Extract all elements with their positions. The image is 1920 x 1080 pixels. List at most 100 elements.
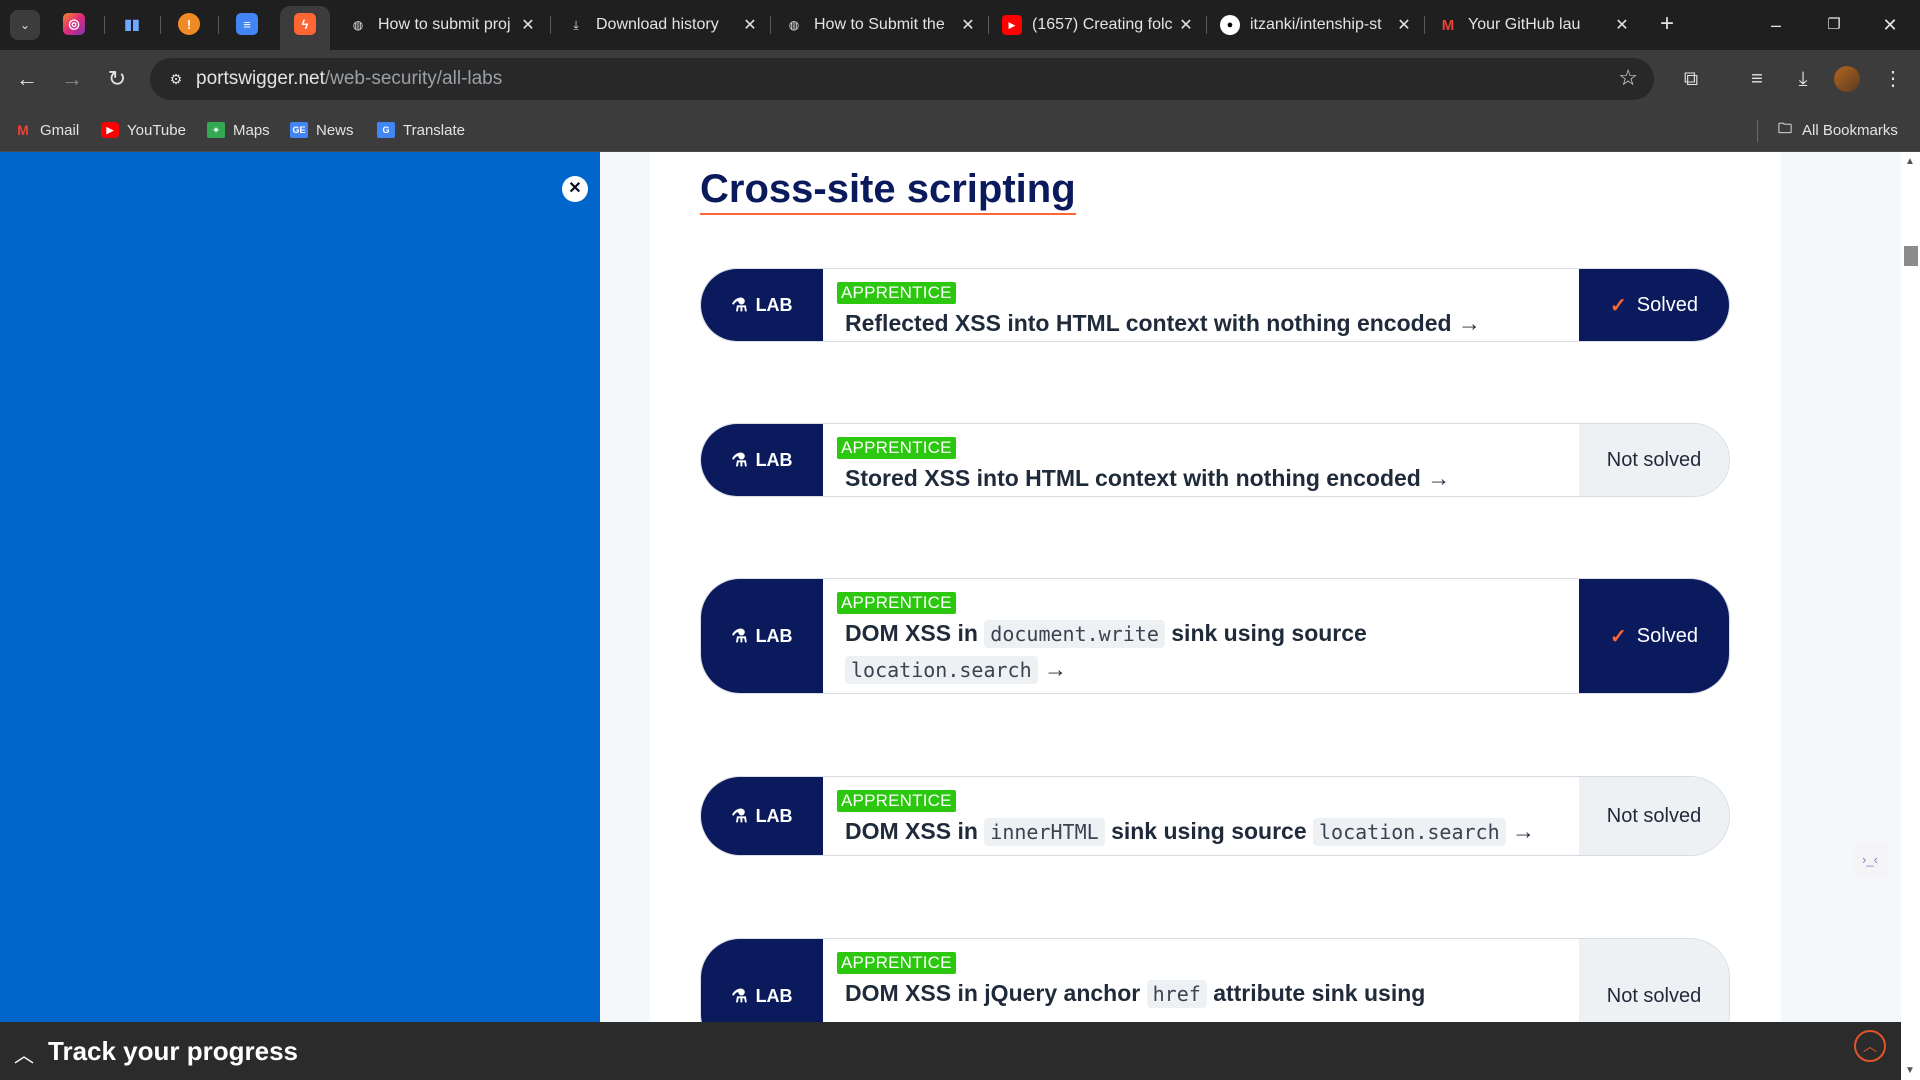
bookmark-news[interactable]: GE News (290, 120, 354, 140)
lab-title-text: sink using source (1111, 818, 1307, 844)
restore-icon[interactable]: ❐ (1814, 10, 1854, 40)
instagram-tab-icon[interactable]: ◎ (63, 13, 85, 35)
browser-menu-icon[interactable]: ⋮ (1878, 64, 1908, 94)
lab-row[interactable]: ⚗ LAB APPRENTICE Stored XSS into HTML con… (700, 423, 1730, 497)
close-tab-icon[interactable]: ✕ (1610, 15, 1634, 35)
gmail-icon: M (1441, 16, 1455, 34)
level-badge: APPRENTICE (837, 592, 956, 614)
bookmark-gmail[interactable]: M Gmail (14, 120, 79, 140)
arrow-icon: → (1044, 656, 1068, 682)
browser-toolbar: ← → ↻ ⚙ portswigger.net/web-security/all… (0, 50, 1920, 108)
minimize-icon[interactable]: – (1756, 10, 1796, 40)
tab-title: itzanki/intenship-st (1250, 16, 1382, 33)
lab-title-link[interactable]: DOM XSS in innerHTML sink using source l… (845, 814, 1565, 850)
track-progress-bar[interactable]: ︿ Track your progress ︿ (0, 1022, 1901, 1080)
section-title: Cross-site scripting (700, 165, 1076, 215)
bookmark-label: Translate (403, 121, 465, 139)
analytics-tab-icon[interactable]: ▮▮ (121, 13, 143, 35)
lab-badge-label: LAB (755, 985, 793, 1006)
scroll-up-icon[interactable]: ▲ (1905, 156, 1915, 167)
lab-title-text: Reflected XSS into HTML context with not… (845, 310, 1481, 336)
window-close-icon[interactable]: ✕ (1870, 10, 1910, 40)
lab-row[interactable]: ⚗ LAB APPRENTICE Reflected XSS into HTML … (700, 268, 1730, 342)
check-icon: ✓ (1610, 294, 1627, 317)
forward-icon[interactable]: → (57, 64, 87, 94)
tab-strip: ⌄ ◎ ▮▮ ! ≡ ϟ ◍ How to submit proj ✕ ⤓ Do… (0, 0, 1920, 50)
bookmark-translate[interactable]: G Translate (377, 120, 465, 140)
url-text[interactable]: portswigger.net/web-security/all-labs (196, 68, 502, 90)
docs-tab-icon[interactable]: ≡ (236, 13, 258, 35)
lab-title-link[interactable]: DOM XSS in jQuery anchor href attribute … (845, 976, 1565, 1012)
bookmark-maps[interactable]: ⌖ Maps (207, 120, 270, 140)
reload-icon[interactable]: ↻ (102, 64, 132, 94)
tab-item[interactable]: ◍ How to submit proj ✕ (348, 8, 540, 42)
extension-tab-icon[interactable]: ! (178, 13, 200, 35)
status-badge: Not solved (1579, 939, 1729, 1022)
lab-badge-label: LAB (755, 294, 793, 315)
globe-icon: ◍ (788, 18, 800, 32)
bookmark-label: Gmail (40, 121, 80, 139)
back-to-top-icon[interactable]: ︿ (1854, 1030, 1886, 1062)
status-label: Not solved (1606, 984, 1702, 1007)
tab-divider (1206, 16, 1207, 34)
code-snippet: location.search (1313, 818, 1506, 846)
tab-divider (1424, 16, 1425, 34)
tab-item[interactable]: M Your GitHub lau ✕ (1438, 8, 1634, 42)
active-tab[interactable]: ϟ (280, 6, 330, 50)
lab-badge: ⚗ LAB (701, 939, 823, 1022)
lab-row[interactable]: ⚗ LAB APPRENTICE DOM XSS in innerHTML sin… (700, 776, 1730, 856)
tab-item[interactable]: ▶ (1657) Creating folc ✕ (1002, 8, 1198, 42)
close-tab-icon[interactable]: ✕ (956, 15, 980, 35)
code-snippet: document.write (984, 620, 1165, 648)
close-tab-icon[interactable]: ✕ (1392, 15, 1416, 35)
arrow-icon: → (1512, 818, 1536, 844)
tab-title: Download history (596, 16, 719, 33)
lab-row[interactable]: ⚗ LAB APPRENTICE DOM XSS in jQuery anchor… (700, 938, 1730, 1022)
close-tab-icon[interactable]: ✕ (516, 15, 540, 35)
lab-title-link[interactable]: Reflected XSS into HTML context with not… (845, 306, 1565, 341)
bookmark-star-icon[interactable]: ☆ (1618, 65, 1638, 91)
scroll-down-icon[interactable]: ▼ (1905, 1065, 1915, 1076)
downloads-icon[interactable]: ⤓ (1788, 64, 1818, 94)
tab-item[interactable]: ● itzanki/intenship-st ✕ (1220, 8, 1416, 42)
media-controls-icon[interactable]: ≡ (1742, 64, 1772, 94)
tab-divider (104, 16, 105, 34)
profile-avatar[interactable] (1834, 66, 1860, 92)
close-tab-icon[interactable]: ✕ (738, 15, 762, 35)
lab-title-link[interactable]: Stored XSS into HTML context with nothin… (845, 461, 1565, 496)
status-label: Not solved (1606, 448, 1702, 471)
translate-icon: G (377, 122, 395, 138)
folder-icon: 🗀 (1778, 120, 1792, 136)
tab-item[interactable]: ⤓ Download history ✕ (566, 8, 762, 42)
new-tab-icon[interactable]: + (1652, 10, 1682, 40)
code-snippet: href (1146, 980, 1207, 1008)
scrollbar-thumb[interactable] (1904, 246, 1918, 266)
progress-label[interactable]: Track your progress (48, 1036, 298, 1067)
bookmark-youtube[interactable]: ▶ YouTube (101, 120, 186, 140)
tab-search-icon[interactable]: ⌄ (10, 10, 40, 40)
lab-info: APPRENTICE Reflected XSS into HTML conte… (823, 269, 1579, 341)
tab-item[interactable]: ◍ How to Submit the ✕ (784, 8, 980, 42)
back-icon[interactable]: ← (12, 64, 42, 94)
address-bar[interactable]: ⚙ portswigger.net/web-security/all-labs … (150, 58, 1654, 100)
status-badge: ✓ Solved (1579, 269, 1729, 341)
youtube-icon: ▶ (101, 122, 119, 138)
lab-row[interactable]: ⚗ LAB APPRENTICE DOM XSS in document.writ… (700, 578, 1730, 694)
close-panel-icon[interactable]: ✕ (562, 176, 588, 202)
side-panel: ✕ (0, 152, 600, 1022)
all-bookmarks-label: All Bookmarks (1802, 121, 1898, 139)
lab-title-text: DOM XSS in (845, 818, 978, 844)
chevron-up-icon[interactable]: ︿ (14, 1039, 34, 1068)
chat-widget-icon[interactable]: ›_‹ (1852, 842, 1888, 878)
extensions-icon[interactable]: ⧉ (1676, 64, 1706, 94)
lab-title-text: DOM XSS in (845, 620, 978, 646)
site-info-icon[interactable]: ⚙ (164, 67, 188, 91)
status-label: Solved (1636, 293, 1698, 316)
page-scrollbar[interactable]: ▲ ▼ (1901, 152, 1920, 1080)
all-bookmarks[interactable]: 🗀 All Bookmarks (1776, 120, 1898, 140)
url-path: /web-security/all-labs (324, 68, 503, 89)
youtube-icon: ▶ (1002, 15, 1022, 35)
lab-title-text: sink using source (1171, 620, 1367, 646)
lab-title-link[interactable]: DOM XSS in document.write sink using sou… (845, 616, 1565, 688)
close-tab-icon[interactable]: ✕ (1174, 15, 1198, 35)
